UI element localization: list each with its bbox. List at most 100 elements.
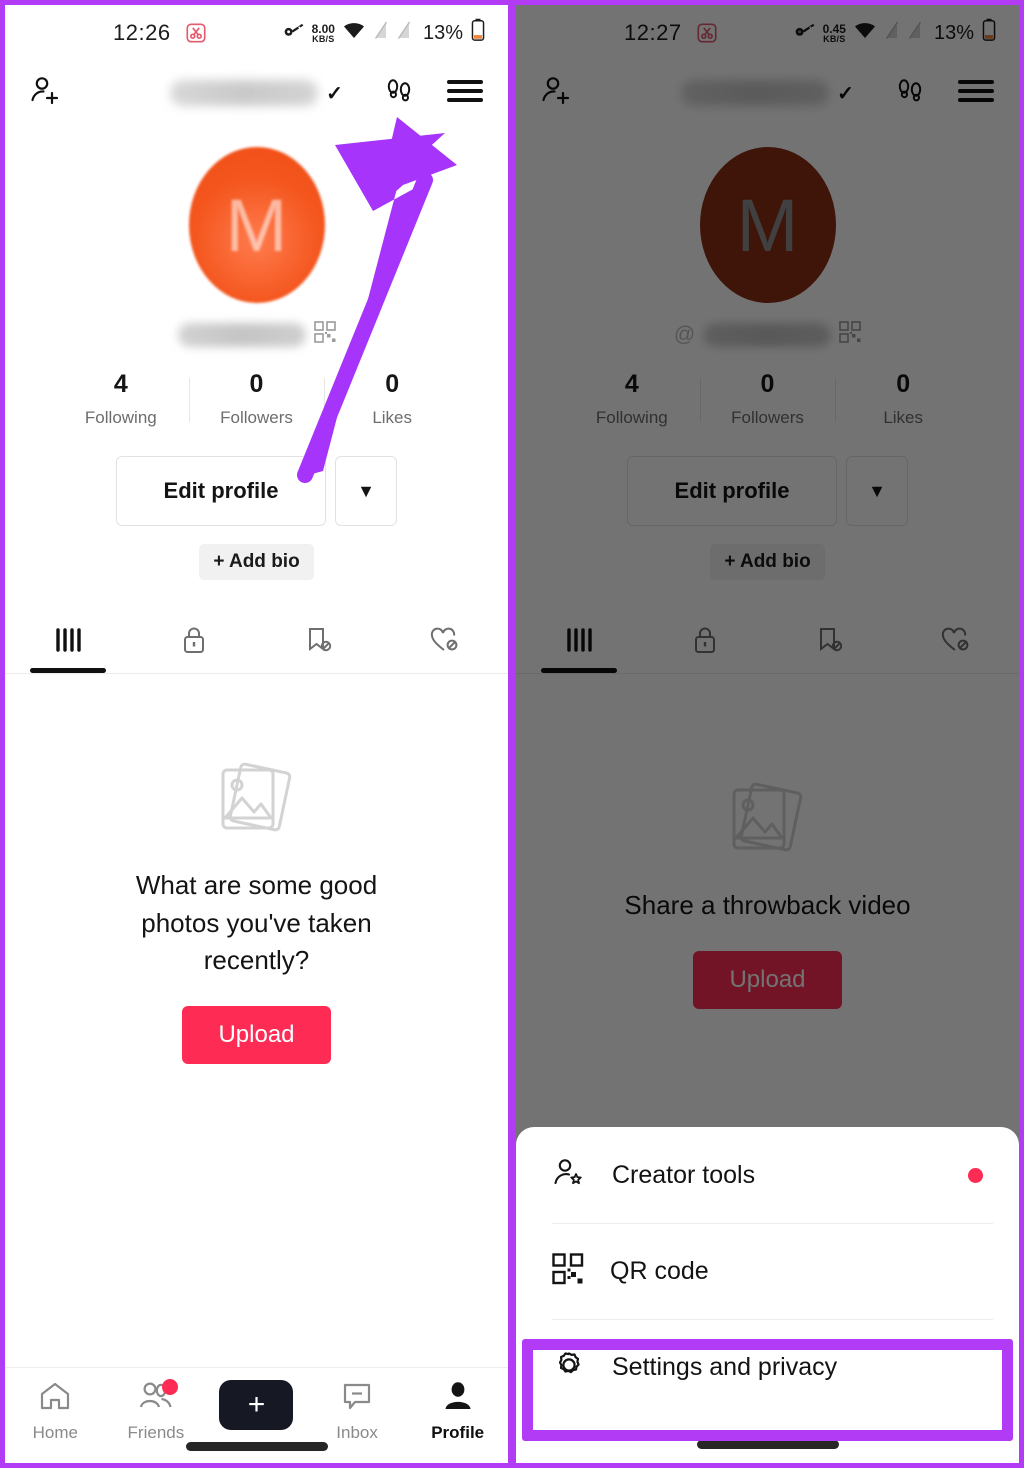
- heart-hidden-icon: [940, 618, 972, 662]
- key-icon: [794, 21, 816, 45]
- edit-profile-button[interactable]: Edit profile: [116, 456, 326, 526]
- stat-label: Likes: [883, 408, 924, 427]
- avatar[interactable]: M: [188, 147, 325, 303]
- profile-actions: Edit profile ▼: [516, 456, 1019, 526]
- stat-value: 4: [113, 370, 128, 398]
- profile-actions: Edit profile ▼: [5, 456, 508, 526]
- stat-value: 0: [896, 370, 911, 398]
- status-indicators: 0.45 KB/S 13%: [794, 18, 997, 48]
- lock-icon: [181, 618, 207, 662]
- sheet-item-qr-code[interactable]: QR code: [516, 1223, 1019, 1319]
- status-bar: 12:27 0.45 KB/S 13%: [516, 5, 1019, 61]
- stat-following[interactable]: 4 Following: [564, 370, 700, 428]
- sheet-item-label: Settings and privacy: [612, 1352, 838, 1381]
- battery-low-icon: [981, 18, 997, 48]
- tab-liked[interactable]: [382, 608, 508, 673]
- hamburger-menu-icon[interactable]: [957, 76, 995, 111]
- nav-label: Home: [32, 1423, 78, 1442]
- nav-item-create[interactable]: +: [206, 1380, 307, 1430]
- avatar-container[interactable]: M: [5, 147, 508, 303]
- tab-liked[interactable]: [893, 608, 1019, 673]
- add-bio-button[interactable]: + Add bio: [199, 544, 314, 580]
- tab-active-underline: [29, 668, 106, 673]
- photos-icon: [720, 778, 816, 867]
- handle-row[interactable]: [5, 321, 508, 348]
- inbox-icon: [341, 1380, 373, 1417]
- signal-off-icon-1: [373, 20, 389, 46]
- empty-state: Share a throwback video Upload: [516, 778, 1019, 1009]
- home-icon: [38, 1380, 72, 1417]
- empty-state-text: Share a throwback video: [624, 890, 911, 920]
- battery-low-icon: [470, 18, 486, 48]
- friends-badge: [162, 1379, 179, 1395]
- nav-label: Friends: [127, 1423, 185, 1442]
- profile-dropdown-button[interactable]: ▼: [335, 456, 397, 526]
- tab-videos[interactable]: [5, 608, 131, 673]
- stat-label: Following: [84, 408, 157, 427]
- add-bio-container: + Add bio: [5, 544, 508, 580]
- signal-off-icon-2: [907, 20, 923, 46]
- footsteps-icon[interactable]: [382, 74, 416, 113]
- handle-row[interactable]: @: [516, 321, 1019, 348]
- add-bio-button[interactable]: + Add bio: [710, 544, 825, 580]
- qr-code-icon[interactable]: [839, 321, 861, 348]
- bookmark-hidden-icon: [815, 618, 845, 662]
- tab-videos[interactable]: [516, 608, 642, 673]
- tab-private[interactable]: [131, 608, 257, 673]
- tab-private[interactable]: [642, 608, 768, 673]
- stat-followers[interactable]: 0 Followers: [188, 370, 325, 428]
- stat-followers[interactable]: 0 Followers: [699, 370, 836, 428]
- profile-dropdown-button[interactable]: ▼: [846, 456, 908, 526]
- footsteps-icon[interactable]: [893, 74, 927, 113]
- right-phone-frame: 12:27 0.45 KB/S 13% ✓ M @ 4 Following 0 …: [512, 0, 1024, 1468]
- home-indicator: [185, 1442, 328, 1451]
- nav-label: Inbox: [336, 1423, 378, 1442]
- nav-item-inbox[interactable]: Inbox: [307, 1380, 408, 1443]
- heart-hidden-icon: [429, 618, 461, 662]
- qr-code-icon[interactable]: [313, 321, 336, 348]
- avatar[interactable]: M: [699, 147, 836, 303]
- stat-likes[interactable]: 0 Likes: [835, 370, 971, 428]
- nav-item-profile[interactable]: Profile: [407, 1380, 508, 1443]
- profile-tabs: [5, 608, 508, 674]
- comparison-stage: 12:26 8.00 KB/S 13% ✓ M 4 Following 0 Fo…: [0, 0, 1024, 1468]
- upload-button[interactable]: Upload: [693, 950, 842, 1009]
- profile-stats: 4 Following 0 Followers 0 Likes: [516, 370, 1019, 428]
- nav-item-friends[interactable]: Friends: [106, 1379, 207, 1443]
- nav-item-home[interactable]: Home: [5, 1380, 106, 1443]
- sheet-item-settings-and-privacy[interactable]: Settings and privacy: [516, 1319, 1019, 1415]
- avatar-container[interactable]: M: [516, 147, 1019, 303]
- profile-header: ✓: [516, 61, 1019, 125]
- bottom-navigation: Home Friends + Inbox Profile: [5, 1367, 508, 1463]
- tab-underline-inactive: [792, 668, 868, 673]
- scissors-icon: [696, 22, 718, 44]
- network-speed: 0.45 KB/S: [822, 21, 846, 44]
- tab-saved[interactable]: [768, 608, 894, 673]
- scissors-icon: [185, 22, 207, 44]
- stat-label: Likes: [372, 408, 413, 427]
- handle-prefix: @: [673, 322, 696, 346]
- photos-icon: [209, 758, 305, 847]
- left-phone-screen: 12:26 8.00 KB/S 13% ✓ M 4 Following 0 Fo…: [5, 5, 508, 1463]
- signal-off-icon-1: [884, 20, 900, 46]
- tab-active-underline: [540, 668, 617, 673]
- hamburger-menu-icon[interactable]: [446, 76, 484, 111]
- tab-saved[interactable]: [257, 608, 383, 673]
- person-star-icon: [552, 1156, 586, 1195]
- right-phone-screen: 12:27 0.45 KB/S 13% ✓ M @ 4 Following 0 …: [516, 5, 1019, 1463]
- stat-likes[interactable]: 0 Likes: [324, 370, 460, 428]
- profile-tabs: [516, 608, 1019, 674]
- left-phone-frame: 12:26 8.00 KB/S 13% ✓ M 4 Following 0 Fo…: [0, 0, 512, 1468]
- create-plus-icon[interactable]: +: [212, 1380, 301, 1430]
- upload-button[interactable]: Upload: [182, 1006, 331, 1065]
- lock-icon: [692, 618, 718, 662]
- stat-following[interactable]: 4 Following: [53, 370, 189, 428]
- sheet-item-creator-tools[interactable]: Creator tools: [516, 1127, 1019, 1223]
- edit-profile-button[interactable]: Edit profile: [627, 456, 837, 526]
- tab-underline-inactive: [407, 668, 483, 673]
- stat-value: 0: [760, 370, 775, 398]
- handle-blurred: [177, 322, 306, 347]
- wifi-icon: [853, 20, 877, 46]
- add-bio-container: + Add bio: [516, 544, 1019, 580]
- stat-label: Followers: [220, 408, 293, 427]
